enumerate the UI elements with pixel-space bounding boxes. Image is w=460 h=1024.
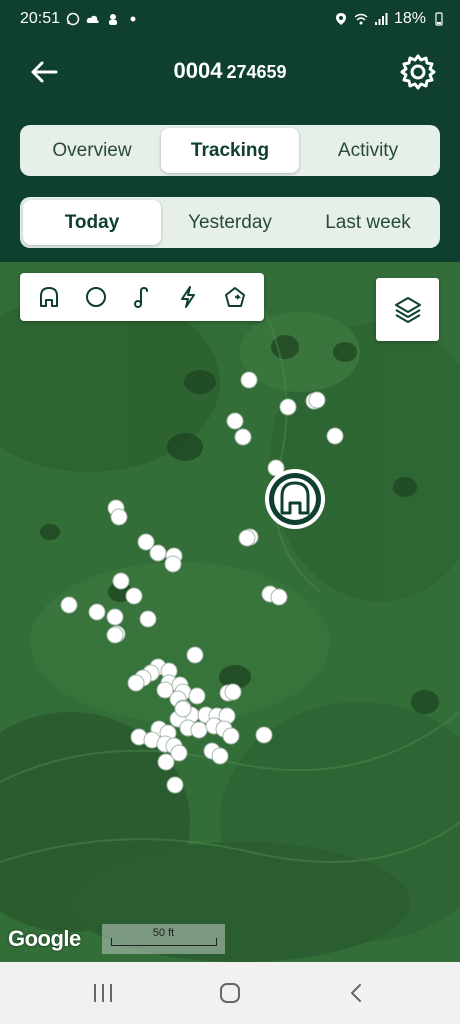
device-id-main: 0004 <box>173 58 223 83</box>
signal-icon <box>374 13 388 25</box>
battery-percent: 18% <box>393 10 426 27</box>
track-point[interactable] <box>106 626 124 644</box>
track-point[interactable] <box>255 726 273 744</box>
dot-icon <box>130 16 136 22</box>
track-point[interactable] <box>270 588 288 606</box>
track-point[interactable] <box>188 687 206 705</box>
period-selector: Today Yesterday Last week <box>20 197 440 248</box>
cloud-icon <box>86 15 99 23</box>
track-point[interactable] <box>60 596 78 614</box>
period-yesterday[interactable]: Yesterday <box>161 200 299 245</box>
track-point[interactable] <box>106 608 124 626</box>
track-point[interactable] <box>226 412 244 430</box>
base-station-marker[interactable] <box>265 469 325 529</box>
home-pentagon-icon <box>224 287 245 307</box>
home-button[interactable] <box>200 963 260 1023</box>
track-point[interactable] <box>240 371 258 389</box>
track-point[interactable] <box>308 391 326 409</box>
app-bar: 0004 274659 <box>0 38 460 108</box>
filter-bolt[interactable] <box>172 281 204 313</box>
map-view[interactable]: Google 50 ft <box>0 262 460 962</box>
recent-apps-icon <box>94 984 113 1002</box>
satellite-imagery <box>0 262 460 962</box>
google-attribution: Google <box>8 926 81 951</box>
period-last-week[interactable]: Last week <box>299 200 437 245</box>
whatsapp-icon <box>66 12 80 26</box>
music-note-icon <box>133 286 148 308</box>
circle-icon <box>85 287 106 307</box>
track-point[interactable] <box>164 555 182 573</box>
page-title: 0004 274659 <box>0 58 460 84</box>
track-point[interactable] <box>112 572 130 590</box>
map-filter-bar <box>20 273 264 321</box>
tab-tracking[interactable]: Tracking <box>161 128 299 173</box>
layers-icon <box>394 296 421 323</box>
wifi-icon <box>354 13 368 25</box>
filter-circle[interactable] <box>80 281 112 313</box>
filter-base-station[interactable] <box>33 281 65 313</box>
period-today[interactable]: Today <box>23 200 161 245</box>
track-point[interactable] <box>326 427 344 445</box>
status-time: 20:51 <box>20 10 61 27</box>
settings-button[interactable] <box>396 50 440 94</box>
map-scale: 50 ft <box>102 924 225 954</box>
track-point[interactable] <box>279 398 297 416</box>
filter-home[interactable] <box>219 281 251 313</box>
location-icon <box>335 13 346 25</box>
track-point[interactable] <box>174 700 192 718</box>
home-icon <box>219 983 240 1003</box>
tab-overview[interactable]: Overview <box>23 128 161 173</box>
device-id-sub: 274659 <box>226 62 287 82</box>
track-point[interactable] <box>224 683 242 701</box>
status-bar: 20:51 18% <box>0 0 460 38</box>
track-point[interactable] <box>190 721 208 739</box>
track-point[interactable] <box>166 776 184 794</box>
track-point[interactable] <box>110 508 128 526</box>
nav-back-button[interactable] <box>327 963 387 1023</box>
track-point[interactable] <box>139 610 157 628</box>
map-layers-button[interactable] <box>376 278 439 341</box>
back-icon <box>350 984 361 1002</box>
recent-apps-button[interactable] <box>73 963 133 1023</box>
tracking-tabs: Overview Tracking Activity <box>20 125 440 176</box>
notification-icon <box>109 14 118 25</box>
track-point[interactable] <box>222 727 240 745</box>
tab-activity[interactable]: Activity <box>299 128 437 173</box>
scale-bar <box>111 938 217 946</box>
battery-icon <box>435 12 443 26</box>
track-point[interactable] <box>149 544 167 562</box>
system-nav-bar <box>0 962 460 1024</box>
track-point[interactable] <box>234 428 252 446</box>
base-station-icon <box>40 287 59 307</box>
track-point[interactable] <box>186 646 204 664</box>
filter-sound[interactable] <box>126 281 158 313</box>
track-point[interactable] <box>157 753 175 771</box>
track-point[interactable] <box>88 603 106 621</box>
track-point[interactable] <box>211 747 229 765</box>
track-point[interactable] <box>127 674 145 692</box>
gear-icon <box>400 54 436 90</box>
track-point[interactable] <box>238 529 256 547</box>
lightning-icon <box>181 286 196 308</box>
track-point[interactable] <box>125 587 143 605</box>
